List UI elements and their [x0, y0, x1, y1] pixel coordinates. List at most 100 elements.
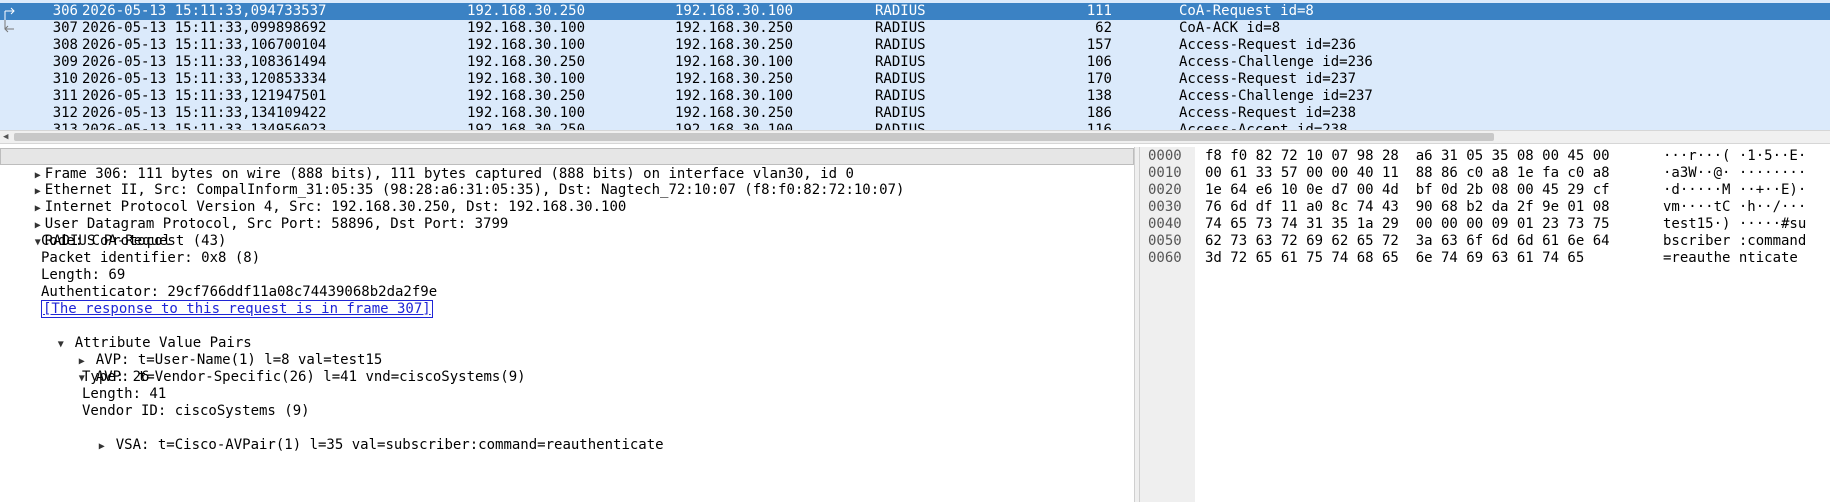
byte-ascii[interactable]: vm····tC ·h··/···: [1663, 199, 1806, 216]
packet-time: 2026-05-13 15:11:33,134109422: [82, 105, 327, 121]
packet-time: 2026-05-13 15:11:33,120853334: [82, 71, 327, 87]
packet-protocol: RADIUS: [875, 37, 926, 53]
packet-number: 312: [52, 105, 78, 121]
byte-hex[interactable]: f8 f0 82 72 10 07 98 28 a6 31 05 35 08 0…: [1205, 148, 1610, 165]
packet-details-pane[interactable]: ▶ Frame 306: 111 bytes on wire (888 bits)…: [0, 147, 1134, 502]
byte-offset: 0040: [1148, 216, 1182, 232]
packet-time: 2026-05-13 15:11:33,106700104: [82, 37, 327, 53]
tree-item-vs-length[interactable]: Length: 41: [82, 386, 166, 403]
byte-hex[interactable]: 76 6d df 11 a0 8c 74 43 90 68 b2 da 2f 9…: [1205, 199, 1610, 216]
packet-number: 309: [52, 54, 78, 70]
packet-info: Access-Challenge id=236: [1179, 54, 1373, 70]
response-frame-link[interactable]: [The response to this request is in fram…: [41, 300, 433, 318]
packet-destination: 192.168.30.250: [675, 71, 794, 87]
packet-row[interactable]: 307 2026-05-13 15:11:33,099898692 192.168.…: [0, 20, 1830, 37]
packet-length: 111: [1086, 3, 1112, 19]
byte-hex[interactable]: 00 61 33 57 00 00 40 11 88 86 c0 a8 1e f…: [1205, 165, 1610, 182]
tree-item-vsa[interactable]: ▶ VSA: t=Cisco-AVPair(1) l=35 val=subscri…: [65, 420, 664, 453]
tree-item-ipv4[interactable]: ▶ Internet Protocol Version 4, Src: 192.1…: [1, 182, 627, 215]
byte-hex[interactable]: 62 73 63 72 69 62 65 72 3a 63 6f 6d 6d 6…: [1205, 233, 1610, 250]
tree-item-length[interactable]: Length: 69: [41, 267, 125, 284]
tree-item-packet-identifier[interactable]: Packet identifier: 0x8 (8): [41, 250, 260, 267]
packet-bytes-pane[interactable]: 0000 f8 f0 82 72 10 07 98 28 a6 31 05 35 …: [1140, 147, 1830, 502]
packet-row[interactable]: 306 2026-05-13 15:11:33,094733537 192.168.…: [0, 3, 1830, 20]
tree-item-authenticator[interactable]: Authenticator: 29cf766ddf11a08c74439068b…: [41, 284, 437, 301]
packet-list[interactable]: 306 2026-05-13 15:11:33,094733537 192.168.…: [0, 0, 1830, 130]
tree-item-vs-vendor-id[interactable]: Vendor ID: ciscoSystems (9): [82, 403, 310, 420]
packet-row[interactable]: 312 2026-05-13 15:11:33,134109422 192.168.…: [0, 105, 1830, 122]
tree-item-vs-type[interactable]: Type: 26: [82, 369, 149, 386]
tree-item-avp-username[interactable]: ▶ AVP: t=User-Name(1) l=8 val=test15: [45, 335, 383, 368]
packet-info: Access-Request id=238: [1179, 105, 1357, 121]
tree-item-label: Length: 41: [82, 386, 167, 402]
packet-source: 192.168.30.100: [467, 71, 586, 87]
tree-item-code[interactable]: Code: CoA-Request (43): [41, 233, 226, 250]
packet-time: 2026-05-13 15:11:33,134956023: [82, 122, 327, 130]
packet-destination: 192.168.30.100: [675, 122, 794, 130]
packet-info: Access-Accept id=238: [1179, 122, 1348, 130]
packet-source: 192.168.30.250: [467, 3, 586, 19]
packet-destination: 192.168.30.100: [675, 3, 794, 19]
packet-length: 157: [1086, 37, 1112, 53]
packet-number: 313: [52, 122, 78, 130]
packet-time: 2026-05-13 15:11:33,108361494: [82, 54, 327, 70]
packet-protocol: RADIUS: [875, 71, 926, 87]
packet-protocol: RADIUS: [875, 105, 926, 121]
byte-hex[interactable]: 1e 64 e6 10 0e d7 00 4d bf 0d 2b 08 00 4…: [1205, 182, 1610, 199]
packet-row[interactable]: 311 2026-05-13 15:11:33,121947501 192.168.…: [0, 88, 1830, 105]
tree-item-label: Length: 69: [41, 267, 126, 283]
packet-destination: 192.168.30.250: [675, 105, 794, 121]
packet-row[interactable]: 313 2026-05-13 15:11:33,134956023 192.168.…: [0, 122, 1830, 130]
packet-destination: 192.168.30.100: [675, 88, 794, 104]
packet-protocol: RADIUS: [875, 122, 926, 130]
packet-time: 2026-05-13 15:11:33,099898692: [82, 20, 327, 36]
byte-offset: 0020: [1148, 182, 1182, 198]
packet-source: 192.168.30.100: [467, 105, 586, 121]
tree-item-label: Authenticator: 29cf766ddf11a08c74439068b…: [41, 284, 438, 300]
tree-item-ethernet[interactable]: ▶ Ethernet II, Src: CompalInform_31:05:35…: [1, 165, 905, 198]
packet-source: 192.168.30.250: [467, 122, 586, 130]
byte-hex[interactable]: 3d 72 65 61 75 74 68 65 6e 74 69 63 61 7…: [1205, 250, 1584, 267]
packet-length: 116: [1086, 122, 1112, 130]
packet-row[interactable]: 310 2026-05-13 15:11:33,120853334 192.168.…: [0, 71, 1830, 88]
byte-hex[interactable]: 74 65 73 74 31 35 1a 29 00 00 00 09 01 2…: [1205, 216, 1610, 233]
tree-item-label: Type: 26: [82, 369, 150, 385]
scrollbar-thumb[interactable]: [14, 133, 1494, 141]
packet-destination: 192.168.30.100: [675, 54, 794, 70]
byte-offset: 0030: [1148, 199, 1182, 215]
packet-row[interactable]: 308 2026-05-13 15:11:33,106700104 192.168.…: [0, 37, 1830, 54]
byte-ascii[interactable]: test15·) ·····#su: [1663, 216, 1806, 233]
tree-item-label: Vendor ID: ciscoSystems (9): [82, 403, 310, 419]
tree-item-frame[interactable]: ▶ Frame 306: 111 bytes on wire (888 bits)…: [0, 148, 1134, 182]
byte-ascii[interactable]: ···r···( ·1·5··E·: [1663, 148, 1806, 165]
expand-triangle-icon[interactable]: ▶: [99, 438, 116, 455]
tree-item-radius[interactable]: ▼ RADIUS Protocol: [1, 216, 171, 249]
packet-protocol: RADIUS: [875, 54, 926, 70]
packet-protocol: RADIUS: [875, 20, 926, 36]
packet-source: 192.168.30.100: [467, 37, 586, 53]
packet-time: 2026-05-13 15:11:33,094733537: [82, 3, 327, 19]
byte-ascii[interactable]: ·d·····M ··+··E)·: [1663, 182, 1806, 199]
tree-item-avp-vendor-specific[interactable]: ▼ AVP: t=Vendor-Specific(26) l=41 vnd=cis…: [45, 352, 526, 385]
tree-item-udp[interactable]: ▶ User Datagram Protocol, Src Port: 58896…: [1, 199, 509, 232]
packet-length: 106: [1086, 54, 1112, 70]
packet-source: 192.168.30.100: [467, 20, 586, 36]
byte-offset: 0010: [1148, 165, 1182, 181]
byte-ascii[interactable]: =reauthe nticate: [1663, 250, 1798, 267]
packet-list-horizontal-scrollbar[interactable]: ◀: [0, 130, 1830, 144]
scroll-left-icon[interactable]: ◀: [3, 131, 8, 143]
tree-item-response-link[interactable]: [The response to this request is in fram…: [41, 300, 433, 318]
tree-item-label: VSA: t=Cisco-AVPair(1) l=35 val=subscrib…: [115, 437, 664, 453]
packet-destination: 192.168.30.250: [675, 37, 794, 53]
packet-source: 192.168.30.250: [467, 88, 586, 104]
packet-info: Access-Request id=236: [1179, 37, 1357, 53]
packet-info: CoA-ACK id=8: [1179, 20, 1281, 36]
packet-info: CoA-Request id=8: [1179, 3, 1314, 19]
byte-ascii[interactable]: bscriber :command: [1663, 233, 1806, 250]
packet-row[interactable]: 309 2026-05-13 15:11:33,108361494 192.168.…: [0, 54, 1830, 71]
byte-ascii[interactable]: ·a3W··@· ········: [1663, 165, 1806, 182]
packet-number: 308: [52, 37, 78, 53]
packet-info: Access-Challenge id=237: [1179, 88, 1373, 104]
tree-item-avp[interactable]: ▼ Attribute Value Pairs: [24, 318, 252, 351]
packet-protocol: RADIUS: [875, 3, 926, 19]
